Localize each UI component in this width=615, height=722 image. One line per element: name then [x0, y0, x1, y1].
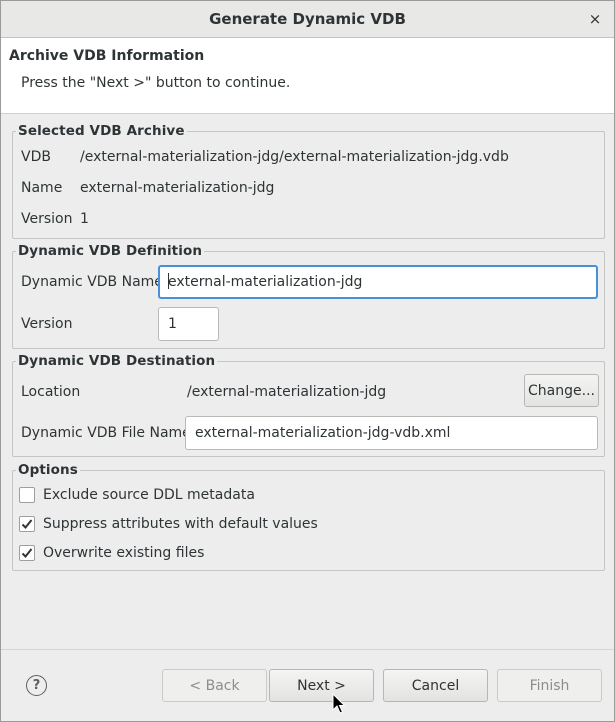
- page-message: Press the "Next >" button to continue.: [21, 75, 291, 91]
- close-icon[interactable]: ×: [586, 10, 604, 28]
- change-location-button[interactable]: Change...: [524, 374, 599, 407]
- definition-version-label: Version: [21, 316, 73, 332]
- dialog-window: Generate Dynamic VDB × Archive VDB Infor…: [0, 0, 615, 722]
- overwrite-files-checkbox[interactable]: [19, 545, 35, 561]
- option-exclude-ddl[interactable]: Exclude source DDL metadata: [19, 487, 255, 503]
- destination-legend: Dynamic VDB Destination: [16, 353, 218, 369]
- footer-divider: [1, 649, 614, 650]
- selected-archive-legend: Selected VDB Archive: [16, 123, 187, 139]
- selected-archive-group: Selected VDB Archive VDB /external-mater…: [12, 123, 605, 239]
- file-name-input[interactable]: external-materialization-jdg-vdb.xml: [185, 416, 598, 450]
- version-value: 1: [80, 211, 89, 227]
- suppress-defaults-label: Suppress attributes with default values: [43, 516, 318, 532]
- location-label: Location: [21, 384, 81, 400]
- definition-group: Dynamic VDB Definition Dynamic VDB Name …: [12, 243, 605, 349]
- definition-legend: Dynamic VDB Definition: [16, 243, 205, 259]
- name-label: Name: [21, 180, 63, 196]
- check-icon: [21, 519, 33, 529]
- option-suppress-defaults[interactable]: Suppress attributes with default values: [19, 516, 318, 532]
- finish-button[interactable]: Finish: [497, 669, 602, 702]
- check-icon: [21, 548, 33, 558]
- vdb-value: /external-materialization-jdg/external-m…: [80, 149, 509, 165]
- dynamic-vdb-name-label: Dynamic VDB Name: [21, 274, 163, 290]
- options-group: Options Exclude source DDL metadata Supp…: [12, 462, 605, 571]
- vdb-label: VDB: [21, 149, 51, 165]
- dynamic-vdb-name-input[interactable]: external-materialization-jdg: [158, 265, 598, 299]
- next-button[interactable]: Next >: [269, 669, 374, 702]
- destination-group: Dynamic VDB Destination Location /extern…: [12, 353, 605, 457]
- file-name-value: external-materialization-jdg-vdb.xml: [195, 425, 451, 441]
- exclude-ddl-label: Exclude source DDL metadata: [43, 487, 255, 503]
- mouse-pointer-icon: [332, 693, 346, 714]
- name-value: external-materialization-jdg: [80, 180, 275, 196]
- exclude-ddl-checkbox[interactable]: [19, 487, 35, 503]
- options-legend: Options: [16, 462, 80, 478]
- overwrite-files-label: Overwrite existing files: [43, 545, 205, 561]
- option-overwrite-files[interactable]: Overwrite existing files: [19, 545, 204, 561]
- definition-version-input[interactable]: 1: [158, 307, 219, 341]
- definition-version-value: 1: [168, 316, 177, 332]
- title-bar[interactable]: Generate Dynamic VDB ×: [1, 1, 614, 38]
- page-title: Archive VDB Information: [9, 48, 205, 64]
- cancel-button[interactable]: Cancel: [383, 669, 488, 702]
- suppress-defaults-checkbox[interactable]: [19, 516, 35, 532]
- file-name-label: Dynamic VDB File Name: [21, 425, 191, 441]
- back-button[interactable]: < Back: [162, 669, 267, 702]
- location-value: /external-materialization-jdg: [187, 384, 387, 400]
- help-icon[interactable]: ?: [26, 675, 47, 696]
- version-label: Version: [21, 211, 73, 227]
- window-title: Generate Dynamic VDB: [209, 10, 406, 28]
- wizard-header: Archive VDB Information Press the "Next …: [1, 38, 614, 114]
- dynamic-vdb-name-value: external-materialization-jdg: [168, 274, 363, 290]
